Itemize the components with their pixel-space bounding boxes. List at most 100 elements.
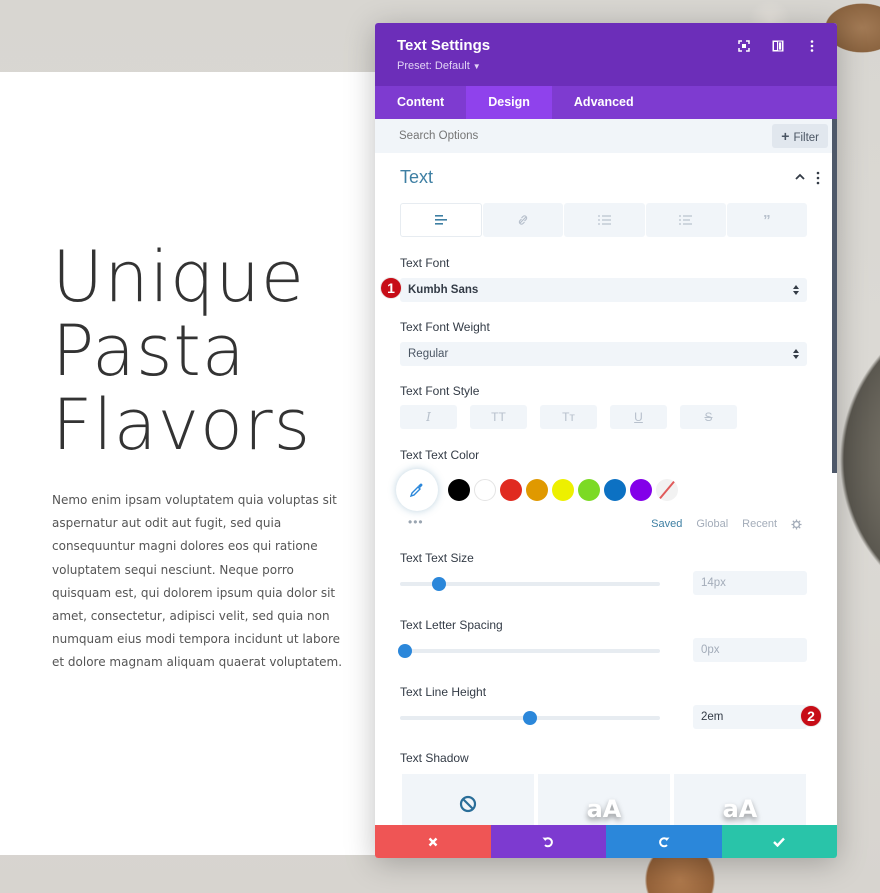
modal-header[interactable]: Text Settings Preset: Default ▼ — [375, 23, 837, 86]
color-swatch[interactable] — [474, 479, 496, 501]
strikethrough-icon: S — [704, 410, 713, 424]
ordered-list-icon — [679, 215, 693, 225]
tab-content[interactable]: Content — [375, 86, 466, 119]
text-color-label: Text Text Color — [400, 448, 480, 462]
more-options-icon[interactable] — [805, 39, 819, 53]
uppercase-button[interactable]: TT — [470, 405, 527, 429]
eyedropper-icon — [409, 483, 423, 498]
text-subtabs: ” — [400, 203, 808, 237]
text-size-input[interactable] — [693, 571, 807, 595]
letter-spacing-slider[interactable] — [398, 644, 660, 658]
text-font-style-label: Text Font Style — [400, 384, 480, 398]
text-settings-modal: Text Settings Preset: Default ▼ Content D… — [375, 23, 837, 858]
underline-button[interactable]: U — [610, 405, 667, 429]
modal-tabs: Content Design Advanced — [375, 86, 837, 119]
slider-thumb[interactable] — [523, 711, 537, 725]
line-height-label: Text Line Height — [400, 685, 487, 699]
color-swatch[interactable] — [526, 479, 548, 501]
hero-title-line: Unique — [52, 236, 305, 318]
palette-tab-saved[interactable]: Saved — [651, 518, 682, 530]
tab-advanced[interactable]: Advanced — [552, 86, 656, 119]
capitalize-icon: Tт — [562, 410, 575, 424]
text-size-label: Text Text Size — [400, 551, 474, 565]
redo-icon — [658, 836, 670, 847]
select-arrows-icon — [793, 285, 799, 295]
preset-selector[interactable]: Preset: Default ▼ — [397, 60, 815, 72]
font-style-buttons: I TT Tт U S — [400, 405, 737, 429]
italic-icon: I — [426, 410, 431, 424]
strikethrough-button[interactable]: S — [680, 405, 737, 429]
text-font-value: Kumbh Sans — [408, 284, 479, 296]
no-color-swatch[interactable] — [656, 479, 678, 501]
preset-label: Preset: Default — [397, 60, 470, 72]
unordered-list-icon — [598, 215, 611, 225]
subtab-unordered-list[interactable] — [564, 203, 645, 237]
italic-button[interactable]: I — [400, 405, 457, 429]
scrollbar[interactable] — [832, 119, 837, 473]
letter-spacing-label: Text Letter Spacing — [400, 618, 503, 632]
focus-mode-icon[interactable] — [737, 39, 751, 53]
align-left-icon — [435, 215, 448, 225]
split-view-icon[interactable] — [771, 39, 785, 53]
palette-tab-recent[interactable]: Recent — [742, 518, 777, 530]
select-arrows-icon — [793, 349, 799, 359]
step-badge-1: 1 — [380, 277, 402, 299]
section-title[interactable]: Text — [400, 167, 433, 188]
color-swatch[interactable] — [578, 479, 600, 501]
subtab-quote[interactable]: ” — [726, 203, 808, 237]
plus-icon: + — [781, 128, 790, 144]
text-shadow-label: Text Shadow — [400, 751, 469, 765]
gear-icon[interactable] — [791, 518, 802, 530]
check-icon — [773, 837, 786, 847]
color-swatches — [448, 479, 678, 501]
text-size-slider[interactable] — [400, 577, 660, 591]
subtab-link[interactable] — [483, 203, 564, 237]
slider-thumb[interactable] — [432, 577, 446, 591]
caret-down-icon: ▼ — [472, 62, 481, 71]
text-font-select[interactable]: Kumbh Sans — [400, 278, 807, 302]
undo-icon — [542, 836, 554, 847]
capitalize-button[interactable]: Tт — [540, 405, 597, 429]
line-height-input[interactable] — [693, 705, 807, 729]
hero-body-text: Nemo enim ipsam voluptatem quia voluptas… — [52, 493, 343, 670]
more-colors-icon[interactable]: ••• — [408, 515, 424, 529]
color-swatch[interactable] — [630, 479, 652, 501]
line-height-slider[interactable] — [400, 711, 660, 725]
chevron-up-icon[interactable] — [794, 173, 806, 181]
color-swatch[interactable] — [604, 479, 626, 501]
text-font-weight-value: Regular — [408, 348, 449, 360]
search-options-input[interactable] — [399, 119, 699, 153]
search-bar: +Filter — [375, 119, 837, 153]
color-swatch[interactable] — [500, 479, 522, 501]
color-picker-button[interactable] — [396, 469, 438, 511]
quote-icon: ” — [763, 211, 771, 229]
subtab-ordered-list[interactable] — [645, 203, 726, 237]
color-swatch[interactable] — [448, 479, 470, 501]
color-swatch[interactable] — [552, 479, 574, 501]
slider-thumb[interactable] — [398, 644, 413, 658]
letter-spacing-input[interactable] — [693, 638, 807, 662]
text-font-weight-label: Text Font Weight — [400, 320, 490, 334]
redo-button[interactable] — [606, 825, 722, 858]
text-font-label: Text Font — [400, 256, 450, 270]
section-more-icon[interactable] — [816, 171, 820, 185]
modal-footer — [375, 825, 837, 858]
text-font-weight-select[interactable]: Regular — [400, 342, 807, 366]
step-badge-2: 2 — [800, 705, 822, 727]
cancel-button[interactable] — [375, 825, 491, 858]
shadow-preview-text: aA — [586, 795, 622, 823]
hero-title: Unique Pasta Flavors — [52, 240, 311, 462]
hero-title-line: Pasta — [52, 310, 246, 392]
underline-icon: U — [634, 410, 643, 424]
tab-design[interactable]: Design — [466, 86, 552, 119]
palette-tab-global[interactable]: Global — [696, 518, 728, 530]
link-icon — [519, 215, 528, 225]
palette-tabs: Saved Global Recent — [651, 518, 802, 530]
save-button[interactable] — [721, 825, 837, 858]
undo-button[interactable] — [490, 825, 606, 858]
close-icon — [428, 837, 438, 846]
shadow-preview-text: aA — [722, 795, 758, 823]
filter-button[interactable]: + Filter — [772, 124, 828, 148]
filter-label: Filter — [793, 132, 819, 144]
subtab-text[interactable] — [400, 203, 483, 237]
